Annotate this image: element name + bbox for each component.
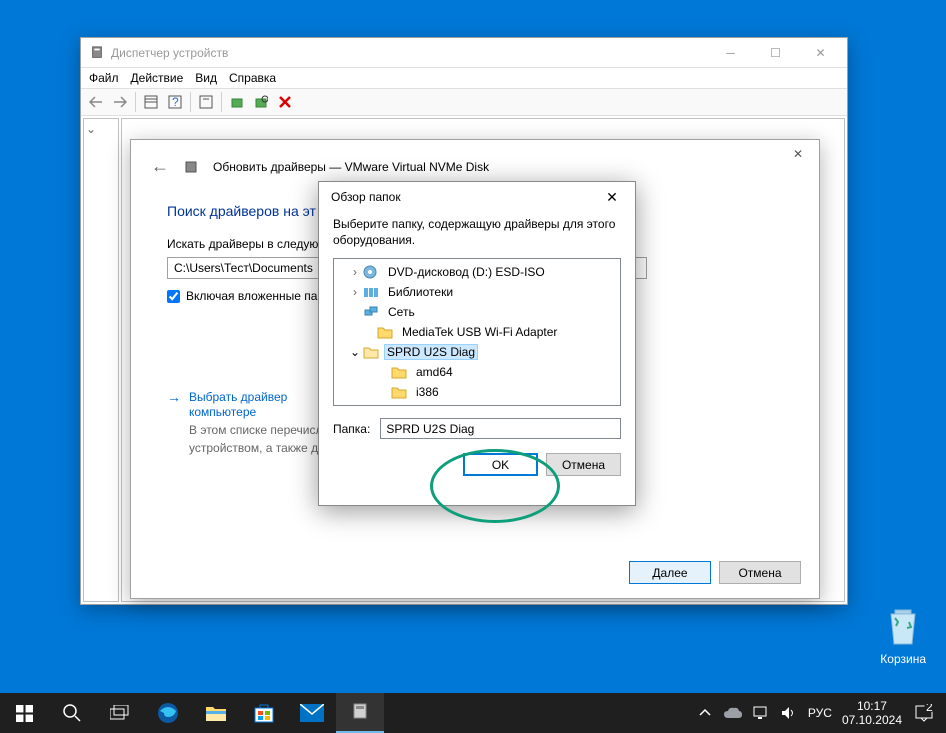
toolbar-disable-icon[interactable] <box>274 91 296 113</box>
recycle-bin-icon <box>881 604 925 648</box>
forward-icon[interactable] <box>109 91 131 113</box>
folder-open-icon <box>362 344 380 360</box>
start-button[interactable] <box>0 693 48 733</box>
file-explorer-icon[interactable] <box>192 693 240 733</box>
edge-icon[interactable] <box>144 693 192 733</box>
volume-icon[interactable] <box>780 704 798 722</box>
toolbar-update-icon[interactable] <box>226 91 248 113</box>
browse-title: Обзор папок <box>331 190 401 204</box>
wizard-close-button[interactable]: ✕ <box>783 144 813 164</box>
dvd-icon <box>362 264 380 280</box>
ok-button[interactable]: OK <box>463 453 538 476</box>
back-icon[interactable] <box>85 91 107 113</box>
browse-folder-dialog: Обзор папок ✕ Выберите папку, содержащую… <box>318 181 636 506</box>
browse-cancel-button[interactable]: Отмена <box>546 453 621 476</box>
taskbar: РУС 10:17 07.10.2024 2 <box>0 693 946 733</box>
toolbar-details-icon[interactable] <box>140 91 162 113</box>
store-icon[interactable] <box>240 693 288 733</box>
disk-icon <box>183 159 199 175</box>
devmgr-menu: Файл Действие Вид Справка <box>81 68 847 88</box>
tray-chevron-icon[interactable] <box>696 704 714 722</box>
svg-text:?: ? <box>172 95 179 109</box>
menu-view[interactable]: Вид <box>195 71 217 85</box>
notifications-icon[interactable]: 2 <box>912 701 936 725</box>
arrow-right-icon: → <box>167 389 181 455</box>
devmgr-toolbar: ? <box>81 88 847 116</box>
tree-item-dvd[interactable]: › DVD-дисковод (D:) ESD-ISO <box>334 262 620 282</box>
cancel-button[interactable]: Отмена <box>719 561 801 584</box>
menu-help[interactable]: Справка <box>229 71 276 85</box>
wizard-title: Обновить драйверы — VMware Virtual NVMe … <box>213 160 489 174</box>
clock[interactable]: 10:17 07.10.2024 <box>842 699 902 728</box>
tree-item-i386[interactable]: i386 <box>334 382 620 402</box>
language-indicator[interactable]: РУС <box>808 706 832 720</box>
devmgr-nav-tree[interactable]: ⌄ <box>83 118 119 602</box>
devmgr-icon <box>89 45 105 61</box>
folder-icon <box>390 364 408 380</box>
network-icon <box>362 304 380 320</box>
wizard-back-button[interactable]: ← <box>151 156 169 177</box>
next-button[interactable]: Далее <box>629 561 711 584</box>
network-tray-icon[interactable] <box>752 704 770 722</box>
toolbar-scan-icon[interactable] <box>250 91 272 113</box>
search-button[interactable] <box>48 693 96 733</box>
task-view-button[interactable] <box>96 693 144 733</box>
devmgr-taskbar-icon[interactable] <box>336 693 384 733</box>
tree-item-libraries[interactable]: › Библиотеки <box>334 282 620 302</box>
toolbar-properties-icon[interactable] <box>195 91 217 113</box>
tree-item-network[interactable]: Сеть <box>334 302 620 322</box>
libraries-icon <box>362 284 380 300</box>
folder-label: Папка: <box>333 422 370 436</box>
onedrive-icon[interactable] <box>724 704 742 722</box>
menu-action[interactable]: Действие <box>131 71 184 85</box>
devmgr-title: Диспетчер устройств <box>111 46 708 60</box>
close-button[interactable]: ✕ <box>798 38 843 67</box>
selected-folder-input[interactable] <box>380 418 621 439</box>
recycle-bin-label: Корзина <box>880 652 926 666</box>
mail-icon[interactable] <box>288 693 336 733</box>
browse-close-button[interactable]: ✕ <box>597 187 627 207</box>
svg-text:2: 2 <box>926 704 933 714</box>
tree-item-mediatek[interactable]: MediaTek USB Wi-Fi Adapter <box>334 322 620 342</box>
toolbar-help-icon[interactable]: ? <box>164 91 186 113</box>
maximize-button[interactable]: ☐ <box>753 38 798 67</box>
include-subfolders-label: Включая вложенные папки <box>186 289 336 303</box>
include-subfolders-checkbox[interactable] <box>167 290 180 303</box>
tree-item-amd64[interactable]: amd64 <box>334 362 620 382</box>
folder-tree[interactable]: › DVD-дисковод (D:) ESD-ISO › Библиотеки… <box>333 258 621 406</box>
tree-item-sprd[interactable]: ⌄ SPRD U2S Diag <box>334 342 620 362</box>
menu-file[interactable]: Файл <box>89 71 119 85</box>
recycle-bin[interactable]: Корзина <box>880 604 926 666</box>
folder-icon <box>376 324 394 340</box>
minimize-button[interactable]: ─ <box>708 38 753 67</box>
browse-instruction: Выберите папку, содержащую драйверы для … <box>319 212 635 258</box>
folder-icon <box>390 384 408 400</box>
devmgr-titlebar[interactable]: Диспетчер устройств ─ ☐ ✕ <box>81 38 847 68</box>
